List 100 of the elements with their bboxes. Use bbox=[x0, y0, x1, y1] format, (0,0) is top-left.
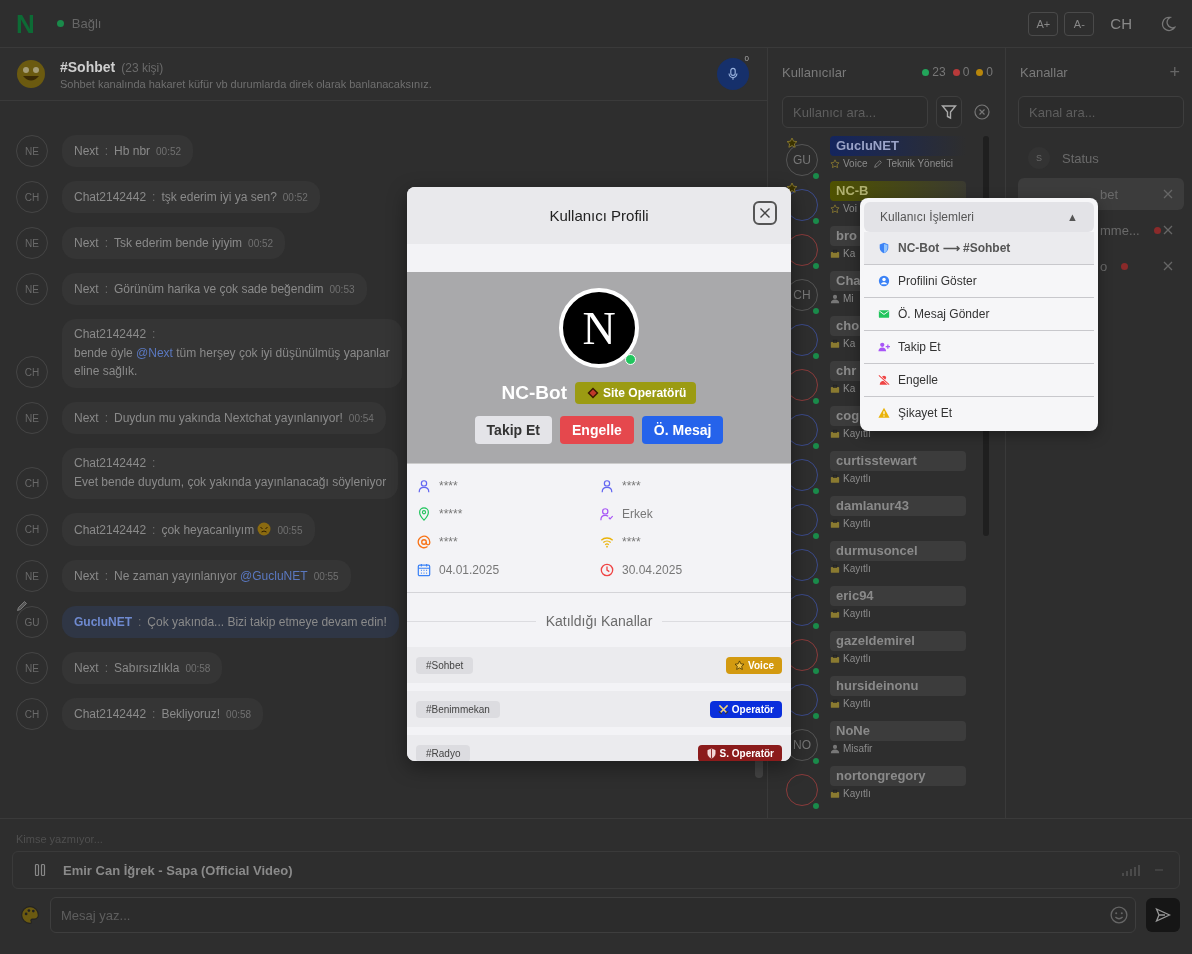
message-author[interactable]: Chat2142442 bbox=[74, 523, 147, 537]
gender-value: Erkek bbox=[622, 507, 653, 521]
username-badge[interactable]: curtisstewart bbox=[830, 451, 966, 471]
menu-item[interactable]: Takip Et bbox=[864, 331, 1094, 364]
menu-item[interactable]: Profilini Göster bbox=[864, 265, 1094, 298]
separator: : bbox=[152, 327, 156, 341]
username-badge[interactable]: gazeldemirel bbox=[830, 631, 966, 651]
pause-icon[interactable] bbox=[33, 863, 47, 877]
message-text: Bekliyoruz! bbox=[161, 707, 221, 721]
font-size-button[interactable]: A+ bbox=[1028, 11, 1059, 36]
rank-badge: Site Operatörü bbox=[575, 382, 697, 404]
separator: : bbox=[104, 661, 109, 675]
user-check-icon bbox=[600, 507, 614, 521]
close-icon[interactable] bbox=[1162, 224, 1174, 236]
user-role: Kayıtlı bbox=[843, 653, 871, 664]
user-role: Kayıtlı bbox=[843, 428, 871, 439]
user-plus-icon bbox=[878, 341, 890, 353]
palette-icon[interactable] bbox=[20, 905, 40, 925]
username-badge[interactable]: nortongregory bbox=[830, 766, 966, 786]
font-size-button[interactable]: A- bbox=[1064, 11, 1095, 36]
location-pin-icon bbox=[417, 507, 431, 521]
connection-status: Bağlı bbox=[71, 16, 102, 31]
shield-icon bbox=[705, 747, 717, 759]
volume-bars-icon[interactable] bbox=[1121, 864, 1141, 876]
person-icon bbox=[830, 293, 840, 304]
member-count: (23 kişi) bbox=[121, 60, 164, 75]
user-role: Ka bbox=[843, 248, 856, 259]
menu-item[interactable]: Şikayet Et bbox=[864, 397, 1094, 429]
username-badge[interactable]: durmusoncel bbox=[830, 541, 966, 561]
user-count: 23 bbox=[932, 65, 946, 79]
username-badge[interactable]: hursideinonu bbox=[830, 676, 966, 696]
channel-tag[interactable]: #Benimmekan bbox=[416, 700, 500, 718]
join-date: 04.01.2025 bbox=[439, 563, 500, 577]
briefcase-icon bbox=[830, 653, 840, 664]
channel-topic: Sohbet kanalında hakaret küfür vb durumlarda direk olarak banlanacaksınız. bbox=[60, 77, 432, 90]
follow-button[interactable]: Takip Et bbox=[474, 416, 552, 444]
user-icon bbox=[417, 479, 431, 493]
menu-item[interactable]: NC-Bot ⟶ #Sohbet bbox=[864, 232, 1094, 265]
role-badge: Voice bbox=[726, 656, 782, 674]
moon-icon[interactable] bbox=[1160, 15, 1176, 32]
message-author[interactable]: Next bbox=[74, 569, 99, 583]
microphone-icon bbox=[726, 67, 740, 81]
star-icon bbox=[734, 659, 746, 671]
separator: : bbox=[152, 707, 156, 721]
message-time: 00:52 bbox=[248, 238, 274, 249]
username-badge[interactable]: damlanur43 bbox=[830, 496, 966, 516]
pencil-icon bbox=[16, 600, 28, 612]
channel-tag[interactable]: #Radyo bbox=[416, 744, 471, 761]
message-author[interactable]: Next bbox=[74, 661, 99, 675]
message-text: Duydun mu yakında Nextchat yayınlanıyor! bbox=[114, 411, 343, 425]
menu-item[interactable]: Ö. Mesaj Gönder bbox=[864, 298, 1094, 331]
message-author[interactable]: Chat2142442 bbox=[74, 327, 147, 341]
username-badge[interactable]: NoNe bbox=[830, 721, 966, 741]
user-role: Kayıtlı bbox=[843, 563, 871, 574]
message-author[interactable]: Chat2142442 bbox=[74, 707, 147, 721]
close-icon[interactable] bbox=[1162, 188, 1174, 200]
block-button[interactable]: Engelle bbox=[560, 416, 634, 444]
separator: : bbox=[138, 615, 142, 629]
message-author[interactable]: Next bbox=[74, 236, 99, 250]
username-badge[interactable]: eric94 bbox=[830, 586, 966, 606]
message-author[interactable]: Next bbox=[74, 144, 99, 158]
message-author[interactable]: Next bbox=[74, 411, 99, 425]
envelope-icon bbox=[878, 308, 890, 320]
menu-header[interactable]: Kullanıcı İşlemleri ▲ bbox=[864, 202, 1094, 232]
dialog-title: Kullanıcı Profili bbox=[549, 207, 649, 224]
message-text: Görünüm harika ve çok sade beğendim bbox=[114, 282, 324, 296]
microphone-button[interactable] bbox=[717, 58, 749, 90]
app-logo: N bbox=[16, 10, 35, 37]
user-initials[interactable]: CH bbox=[1110, 15, 1132, 32]
separator: : bbox=[152, 456, 156, 470]
email-value: **** bbox=[439, 535, 458, 549]
user-role: Kayıtlı bbox=[843, 608, 871, 619]
smiley-icon[interactable] bbox=[1110, 906, 1128, 924]
message-text: Tsk ederim bende iyiyim bbox=[114, 236, 243, 250]
close-icon[interactable] bbox=[1162, 260, 1174, 272]
username-badge[interactable]: NC-B bbox=[830, 181, 966, 201]
separator: : bbox=[152, 190, 156, 204]
close-button[interactable] bbox=[753, 201, 777, 225]
message-text: çok heyacanlıyım bbox=[161, 522, 272, 537]
mention-link[interactable]: @GucluNET bbox=[240, 569, 308, 583]
message-button[interactable]: Ö. Mesaj bbox=[641, 416, 724, 444]
message-author[interactable]: Chat2142442 bbox=[74, 456, 147, 470]
send-icon bbox=[1155, 907, 1171, 923]
message-author[interactable]: GucluNET bbox=[74, 615, 132, 629]
separator: : bbox=[104, 569, 109, 583]
clear-icon[interactable] bbox=[974, 104, 990, 120]
separator: : bbox=[104, 144, 109, 158]
message-author[interactable]: Next bbox=[74, 282, 99, 296]
filter-button[interactable] bbox=[936, 96, 962, 128]
send-button[interactable] bbox=[1146, 898, 1180, 932]
user-count: 0 bbox=[986, 65, 993, 79]
add-channel-button[interactable]: + bbox=[1169, 61, 1180, 83]
user-slash-icon bbox=[878, 374, 890, 386]
channel-tag[interactable]: #Sohbet bbox=[416, 656, 474, 674]
menu-item[interactable]: Engelle bbox=[864, 364, 1094, 397]
message-time: 00:58 bbox=[226, 709, 252, 720]
message-time: 00:53 bbox=[329, 284, 355, 295]
message-author[interactable]: Chat2142442 bbox=[74, 190, 147, 204]
mention-link[interactable]: @Next bbox=[136, 346, 173, 360]
message-text: Evet bende duydum, çok yakında yayınlanacağı söyleniyor bbox=[74, 474, 387, 491]
